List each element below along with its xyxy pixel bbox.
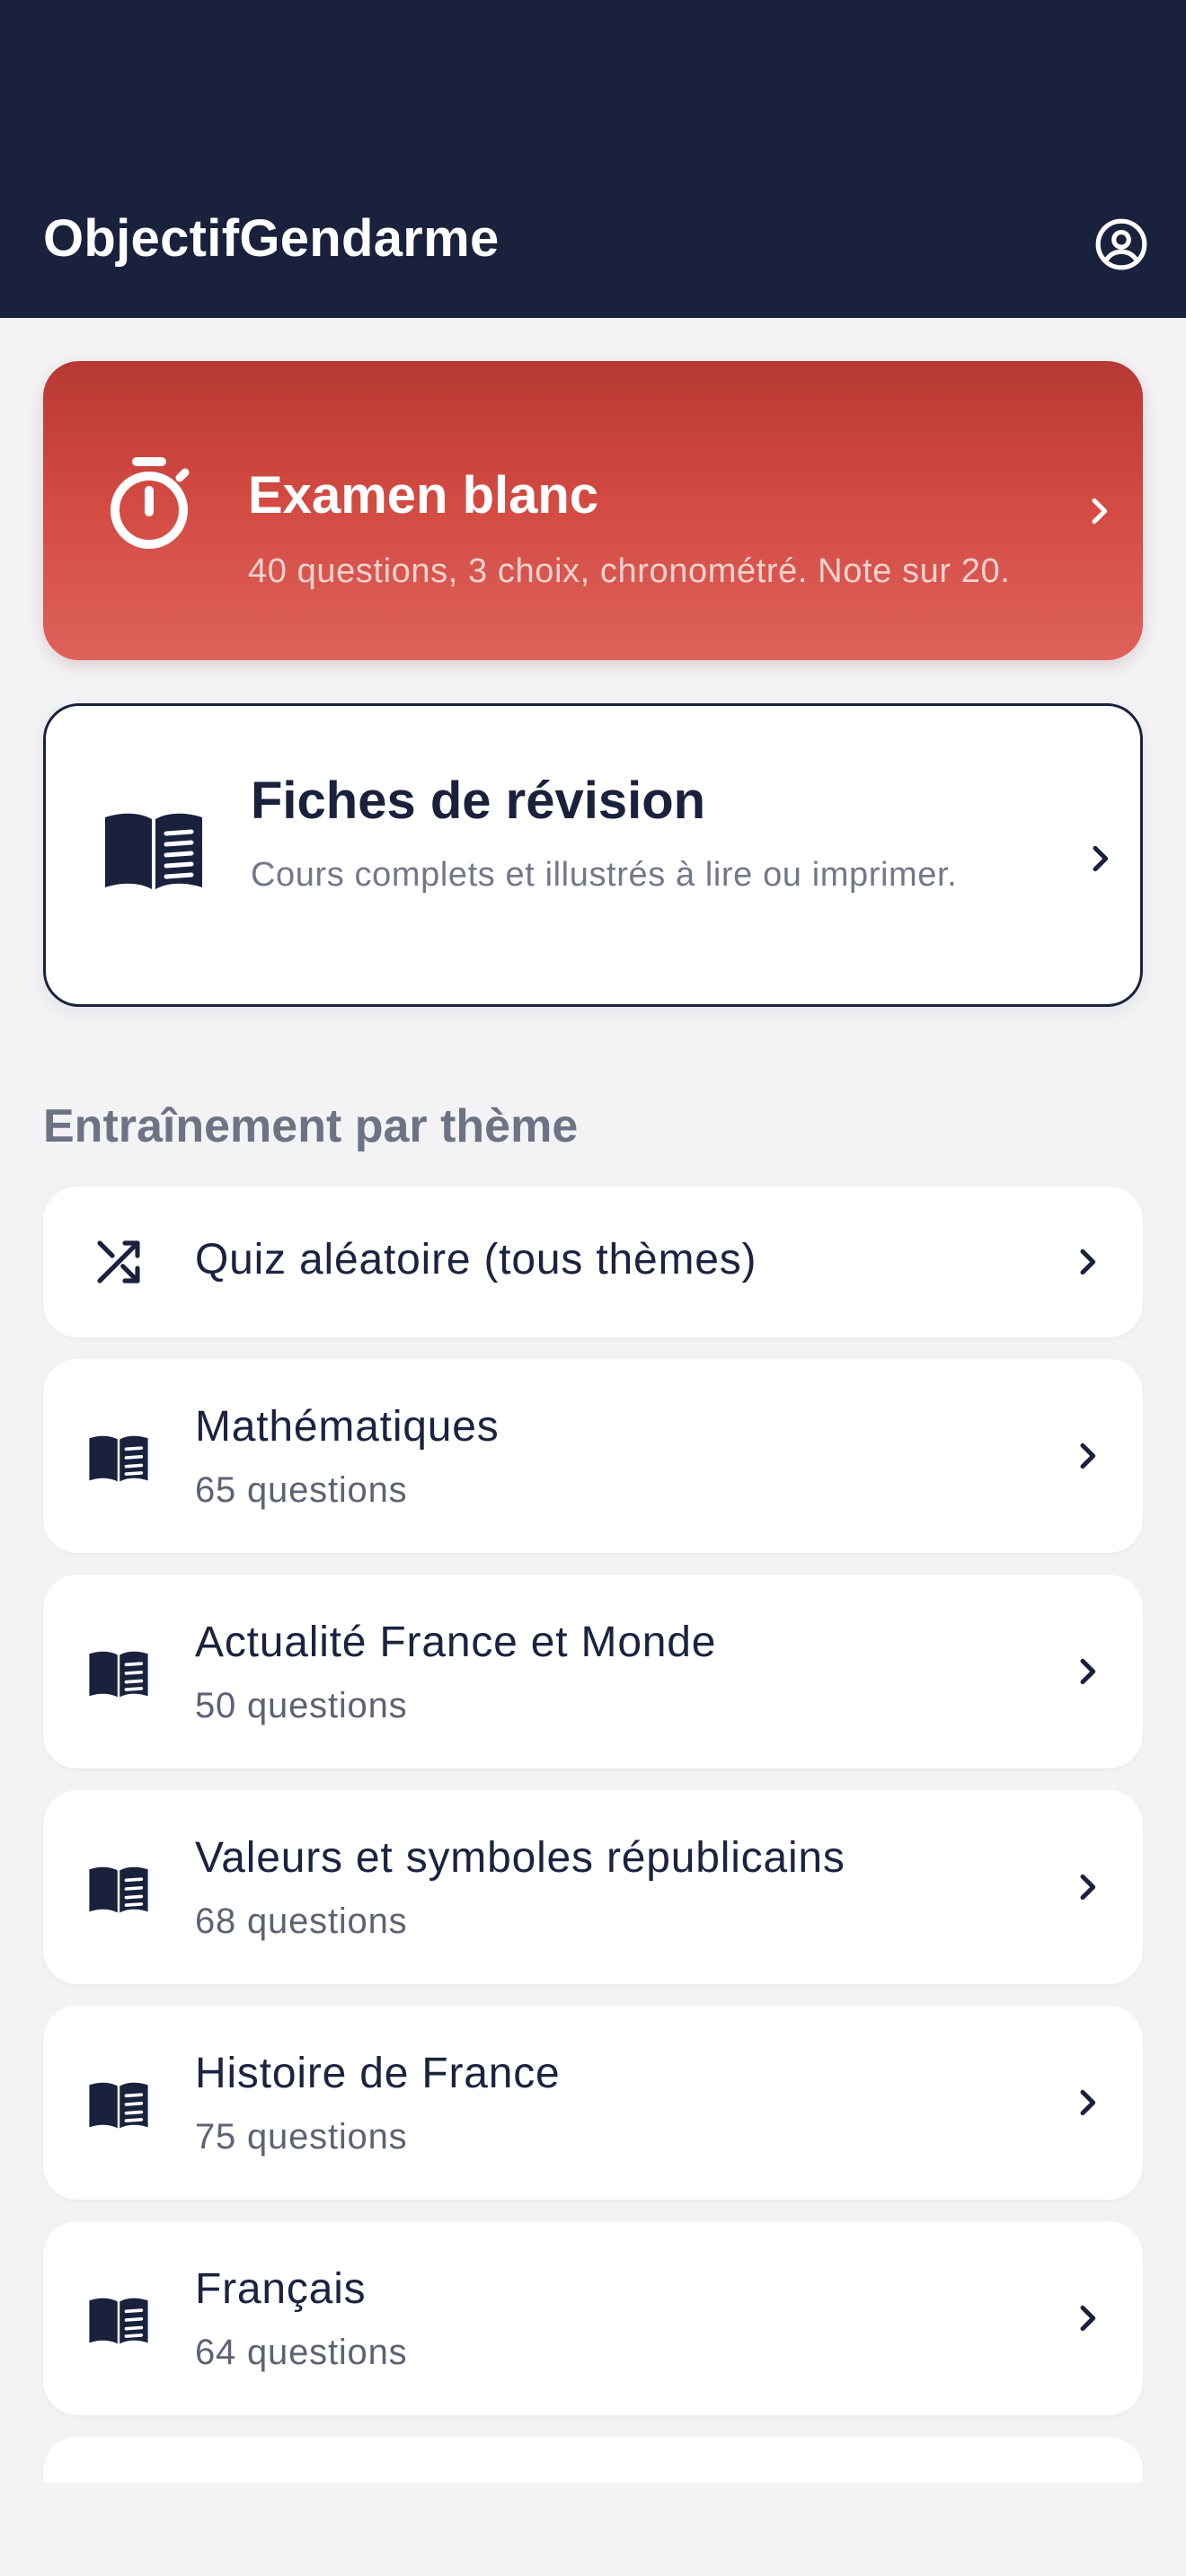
section-title: Entraînement par thème <box>43 1100 579 1152</box>
theme-item-mathematiques[interactable]: Mathématiques 65 questions <box>43 1359 1143 1553</box>
profile-button[interactable] <box>1089 212 1154 277</box>
chevron-right-icon <box>1080 2089 1096 2116</box>
theme-item-actualite[interactable]: Actualité France et Monde 50 questions <box>43 1575 1143 1769</box>
chevron-right-icon <box>1093 845 1109 872</box>
theme-item-valeurs[interactable]: Valeurs et symboles républicains 68 ques… <box>43 1790 1143 1984</box>
app-title: ObjectifGendarme <box>43 209 500 268</box>
app-screen: ObjectifGendarme Examen blanc 40 questio… <box>0 0 1186 2576</box>
exam-title: Examen blanc <box>248 466 599 525</box>
exam-card[interactable]: Examen blanc 40 questions, 3 choix, chro… <box>43 361 1143 660</box>
theme-question-count: 68 questions <box>195 1901 408 1941</box>
theme-question-count: 75 questions <box>195 2117 408 2157</box>
theme-title: Actualité France et Monde <box>195 1619 717 1666</box>
revision-description: Cours complets et illustrés à lire ou im… <box>251 856 958 894</box>
theme-item-random-quiz[interactable]: Quiz aléatoire (tous thèmes) <box>43 1187 1143 1337</box>
book-icon <box>86 1425 151 1490</box>
main-content: Examen blanc 40 questions, 3 choix, chro… <box>0 318 1186 2483</box>
book-icon <box>86 1857 151 1921</box>
revision-card[interactable]: Fiches de révision Cours complets et ill… <box>43 703 1143 1007</box>
theme-item-next[interactable] <box>43 2437 1143 2483</box>
chevron-right-icon <box>1080 1442 1096 1469</box>
chevron-right-icon <box>1080 1658 1096 1685</box>
open-book-icon <box>102 805 206 895</box>
theme-item-francais[interactable]: Français 64 questions <box>43 2221 1143 2415</box>
exam-description: 40 questions, 3 choix, chronométré. Note… <box>248 552 1011 590</box>
stopwatch-icon <box>99 451 199 557</box>
theme-item-histoire[interactable]: Histoire de France 75 questions <box>43 2006 1143 2200</box>
chevron-right-icon <box>1080 1248 1096 1275</box>
theme-question-count: 50 questions <box>195 1686 408 1725</box>
theme-title: Mathématiques <box>195 1403 500 1451</box>
book-icon <box>86 2288 151 2352</box>
chevron-right-icon <box>1080 1874 1096 1901</box>
revision-title: Fiches de révision <box>251 772 706 830</box>
chevron-right-icon <box>1080 2305 1096 2332</box>
book-icon <box>86 2072 151 2137</box>
book-icon <box>86 1641 151 1706</box>
theme-title: Valeurs et symboles républicains <box>195 1834 845 1882</box>
app-header: ObjectifGendarme <box>0 0 1186 318</box>
theme-question-count: 64 questions <box>195 2333 408 2372</box>
account-circle-icon <box>1095 218 1147 270</box>
shuffle-icon <box>86 1230 151 1294</box>
chevron-right-icon <box>1092 498 1108 525</box>
theme-question-count: 65 questions <box>195 1470 408 1510</box>
theme-title: Quiz aléatoire (tous thèmes) <box>195 1236 757 1284</box>
theme-title: Histoire de France <box>195 2050 561 2097</box>
theme-title: Français <box>195 2265 367 2313</box>
